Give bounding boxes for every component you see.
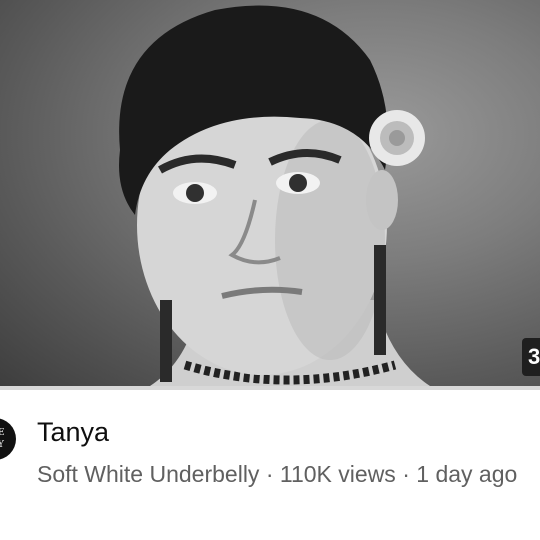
avatar-logo-text: Y <box>0 440 4 450</box>
meta-separator: · <box>259 461 280 487</box>
video-duration-badge: 3 <box>522 338 540 376</box>
video-title[interactable]: Tanya <box>37 417 109 448</box>
thumbnail-portrait-image <box>119 5 430 386</box>
meta-separator: · <box>395 461 417 487</box>
upload-age: 1 day ago <box>416 461 518 487</box>
avatar-logo-text: E <box>0 428 5 438</box>
channel-avatar[interactable]: E Y <box>0 418 16 460</box>
thumbnail-divider <box>0 386 540 390</box>
channel-name[interactable]: Soft White Underbelly <box>37 461 259 487</box>
video-metadata: Soft White Underbelly · 110K views · 1 d… <box>37 458 532 490</box>
video-thumbnail[interactable]: 3 <box>0 0 540 386</box>
view-count: 110K views <box>279 461 396 487</box>
